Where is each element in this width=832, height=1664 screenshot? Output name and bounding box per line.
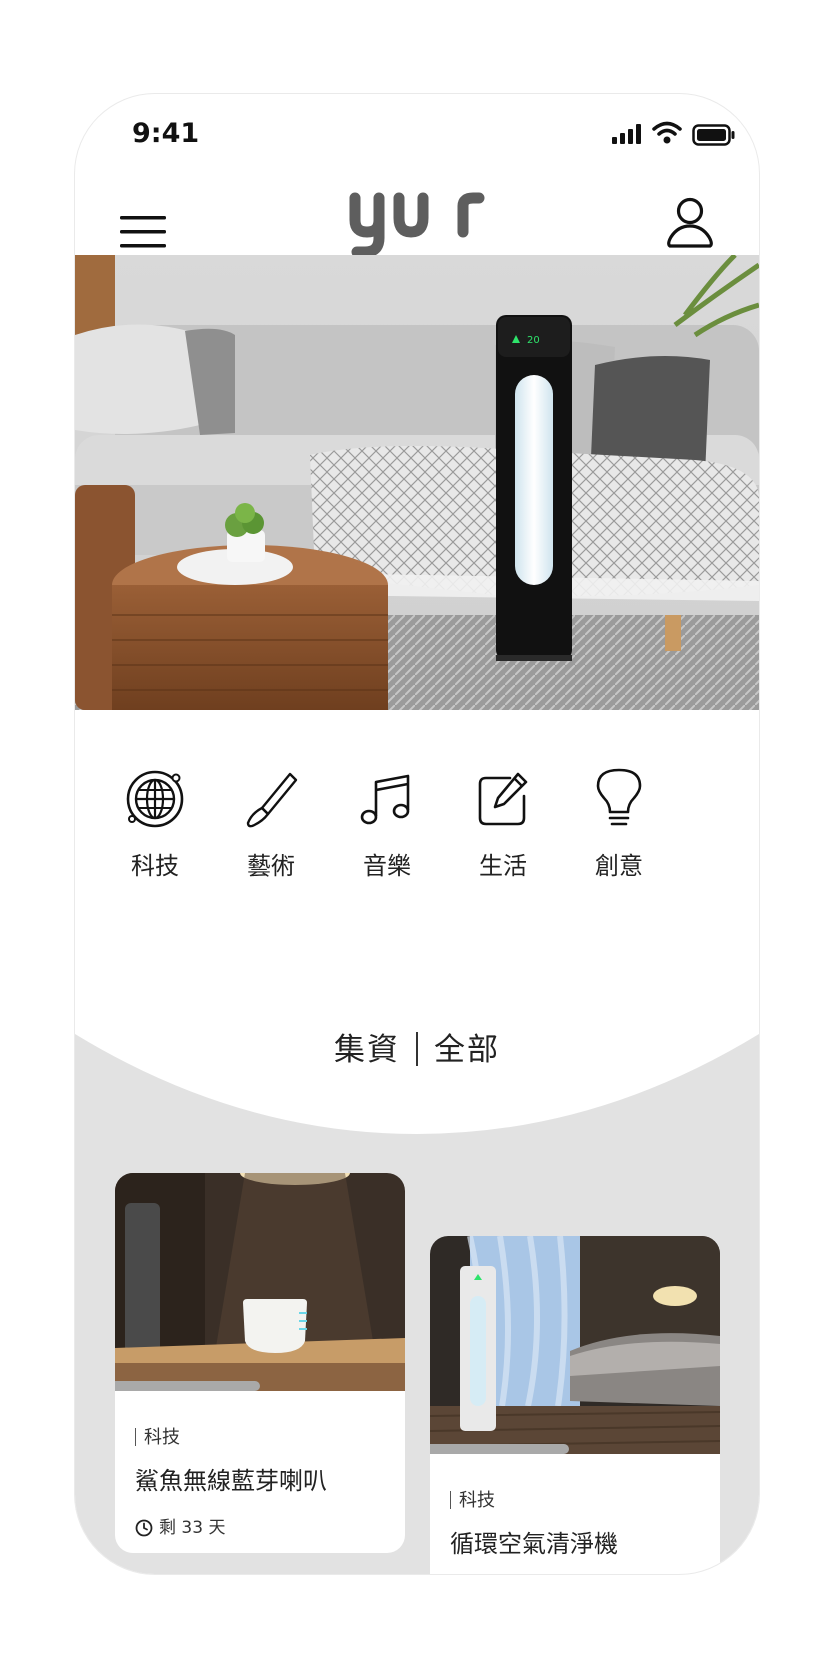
app-logo[interactable]	[345, 186, 500, 258]
category-tech[interactable]: 科技	[105, 766, 205, 896]
menu-icon[interactable]	[120, 212, 168, 252]
product-tag: 科技	[135, 1423, 180, 1449]
product-title: 鯊魚無線藍芽喇叭	[135, 1467, 327, 1495]
category-creative[interactable]: 創意	[569, 766, 669, 896]
signal-icon	[612, 124, 641, 144]
user-profile-icon[interactable]	[665, 194, 715, 250]
product-card[interactable]: 科技 循環空氣清淨機	[430, 1236, 720, 1574]
category-label: 音樂	[363, 852, 411, 880]
section-title: 集資 全部	[75, 1024, 759, 1069]
product-card[interactable]: 科技 鯊魚無線藍芽喇叭 剩 33 天	[115, 1173, 405, 1553]
wifi-icon	[652, 121, 682, 144]
product-image	[430, 1236, 720, 1454]
status-bar: 9:41	[75, 94, 759, 174]
svg-text:20: 20	[527, 335, 540, 346]
product-title: 循環空氣清淨機	[450, 1530, 618, 1558]
lightbulb-icon	[596, 768, 642, 826]
funding-progress-bar	[430, 1444, 570, 1454]
remaining-days: 剩 33 天	[159, 1518, 226, 1538]
category-label: 科技	[131, 852, 179, 880]
music-note-icon	[360, 774, 410, 825]
category-label: 藝術	[247, 852, 295, 880]
hero-banner-image[interactable]: 20	[75, 255, 759, 710]
category-label: 創意	[595, 852, 643, 880]
category-music[interactable]: 音樂	[337, 766, 437, 896]
section-divider	[416, 1032, 418, 1066]
status-time: 9:41	[132, 118, 200, 149]
clock-icon	[135, 1519, 153, 1537]
section-title-funding[interactable]: 集資	[334, 1032, 400, 1068]
category-life[interactable]: 生活	[453, 766, 553, 896]
product-image	[115, 1173, 405, 1391]
category-label: 生活	[479, 852, 527, 880]
section-title-all[interactable]: 全部	[434, 1032, 500, 1068]
funding-progress-bar	[115, 1381, 260, 1391]
phone-screen: 9:41 20 科技 藝術 音樂 生活 創意 集資 全部 科技 鯊魚無線藍芽喇叭…	[75, 94, 759, 1574]
battery-icon	[692, 124, 735, 146]
product-remaining: 剩 33 天	[135, 1513, 225, 1538]
edit-icon	[478, 772, 528, 826]
category-art[interactable]: 藝術	[221, 766, 321, 896]
product-tag: 科技	[450, 1486, 495, 1512]
brush-icon	[246, 772, 298, 828]
globe-icon	[126, 770, 184, 828]
category-bar: 科技 藝術 音樂 生活 創意	[75, 766, 759, 896]
